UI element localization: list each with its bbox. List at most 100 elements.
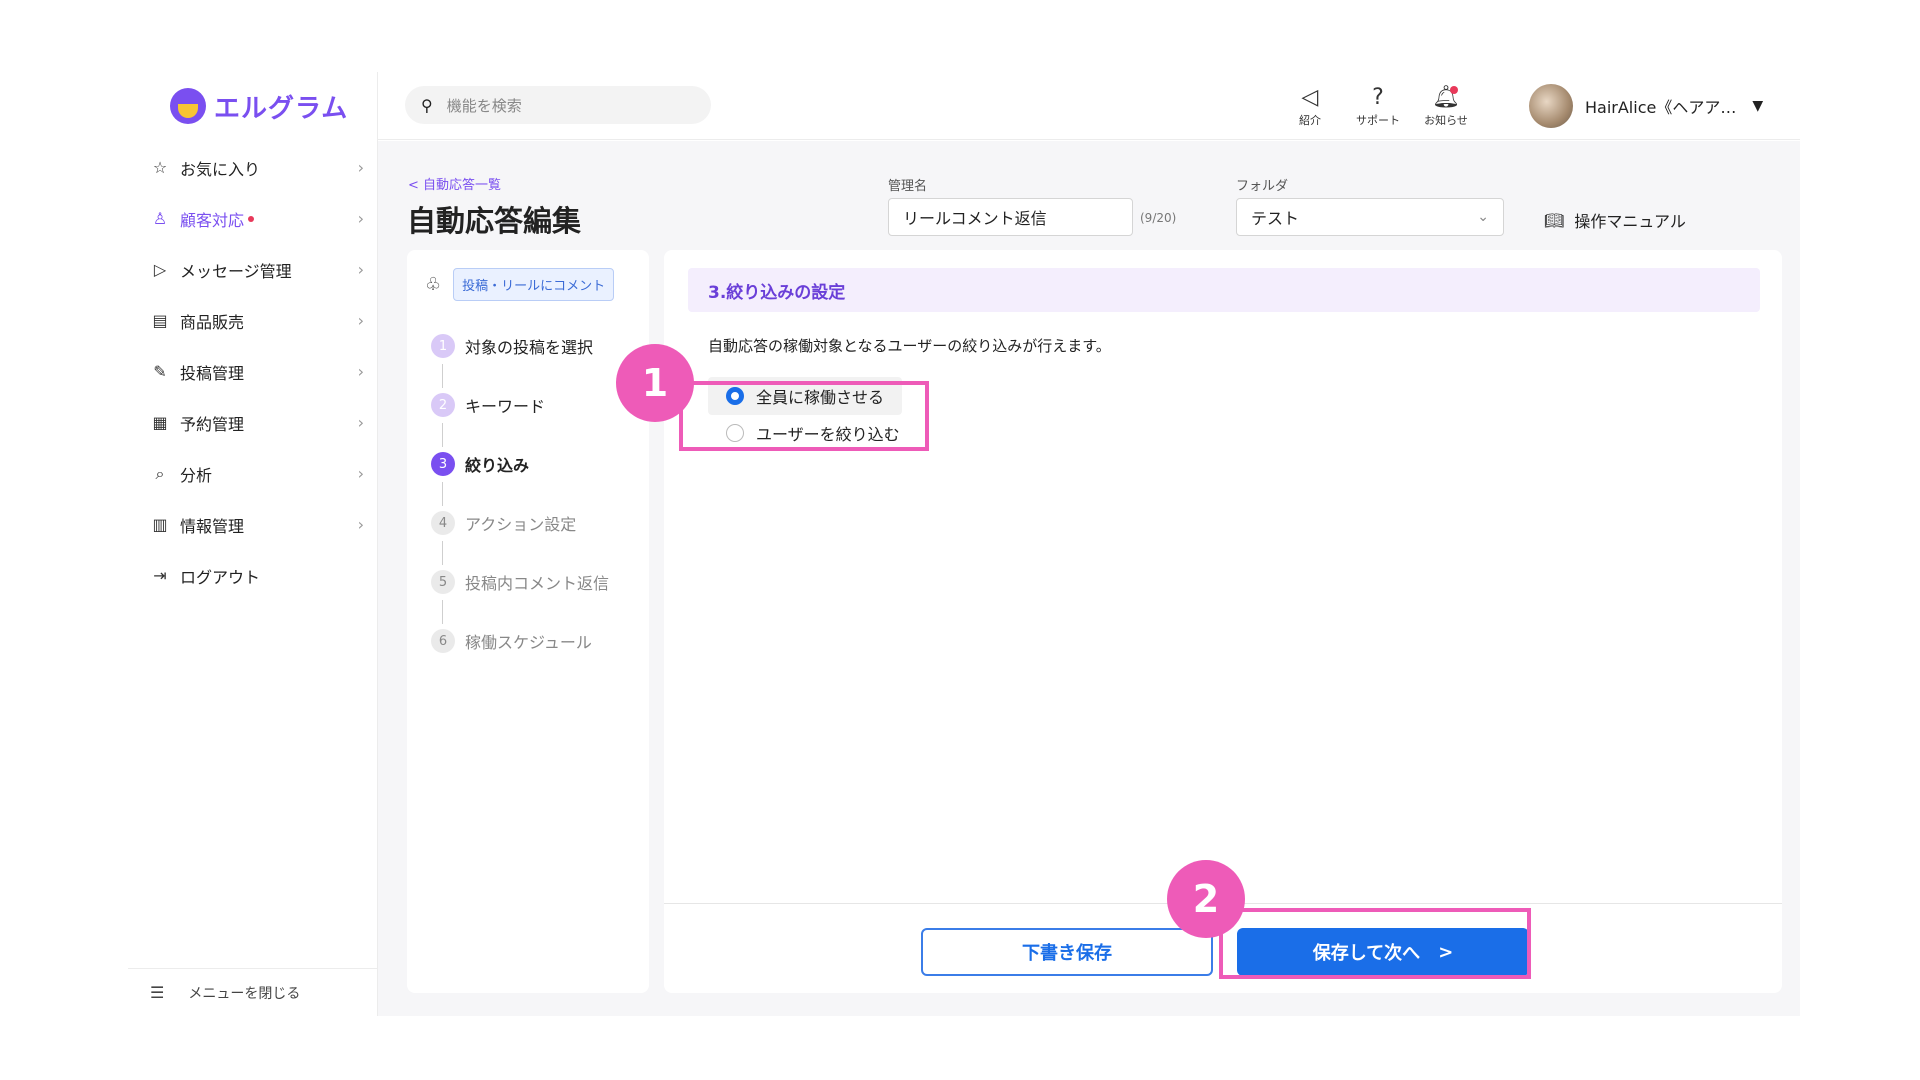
sidebar-item-label: 予約管理 xyxy=(180,414,245,434)
chevron-right-icon: › xyxy=(357,158,364,177)
search-input[interactable]: ⚲ 機能を検索 xyxy=(405,86,711,124)
support-button[interactable]: ? サポート xyxy=(1348,84,1408,128)
step-2[interactable]: 2 キーワード xyxy=(431,393,545,417)
notifications-label: お知らせ xyxy=(1424,114,1468,127)
step-number: 5 xyxy=(431,570,455,594)
collapse-menu-label: メニューを閉じる xyxy=(188,985,301,1002)
chevron-right-icon: › xyxy=(357,311,364,330)
name-field-label: 管理名 xyxy=(888,179,928,194)
chevron-right-icon: › xyxy=(357,515,364,534)
top-header: ⚲ 機能を検索 ◁ 紹介 ? サポート 🔔︎ お知らせ HairAlice《ヘア… xyxy=(378,72,1800,140)
folder-selected-value: テスト xyxy=(1251,209,1300,228)
name-char-counter: (9/20) xyxy=(1140,211,1177,225)
management-name-field[interactable]: リールコメント返信 xyxy=(888,198,1133,236)
steps-panel: ♧ 投稿・リールにコメント 1 対象の投稿を選択 2 キーワード 3 絞り込み … xyxy=(407,250,649,993)
search-placeholder: 機能を検索 xyxy=(446,96,522,115)
help-circle-icon: ? xyxy=(1372,85,1384,110)
step-5[interactable]: 5 投稿内コメント返信 xyxy=(431,570,609,594)
sidebar-item-info[interactable]: ▥ 情報管理 › xyxy=(128,499,378,550)
book-icon: 📖︎ xyxy=(1544,210,1565,230)
page-title: 自動応答編集 xyxy=(407,204,582,238)
logo[interactable]: エルグラム xyxy=(170,84,348,128)
referral-button[interactable]: ◁ 紹介 xyxy=(1280,84,1340,128)
notification-dot xyxy=(248,215,255,222)
breadcrumb-back-link[interactable]: < 自動応答一覧 xyxy=(408,174,501,193)
step-number: 2 xyxy=(431,393,455,417)
chevron-right-icon: › xyxy=(357,260,364,279)
star-icon: ☆ xyxy=(152,158,168,177)
step-6[interactable]: 6 稼働スケジュール xyxy=(431,629,592,653)
step-label: 絞り込み xyxy=(465,456,530,475)
logout-icon: ⇥ xyxy=(153,566,167,585)
step-badge-2: 2 xyxy=(1167,860,1245,938)
chevron-right-icon: › xyxy=(357,362,364,381)
main-content: < 自動応答一覧 自動応答編集 管理名 リールコメント返信 (9/20) フォル… xyxy=(378,141,1800,1016)
sidebar-item-label: ログアウト xyxy=(180,567,261,587)
step-1[interactable]: 1 対象の投稿を選択 xyxy=(431,334,593,358)
sidebar-item-label: メッセージ管理 xyxy=(180,261,292,281)
step-connector xyxy=(442,541,443,565)
user-name: HairAlice《ヘアア… xyxy=(1585,98,1737,117)
step-number: 6 xyxy=(431,629,455,653)
chevron-down-icon: ⌄ xyxy=(1477,209,1489,225)
sidebar-item-reservations[interactable]: ▦ 予約管理 › xyxy=(128,397,378,448)
edit-icon: ✎ xyxy=(153,362,167,381)
highlight-box-2 xyxy=(1219,908,1531,979)
chevron-right-icon: › xyxy=(357,413,364,432)
section-title: 3.絞り込みの設定 xyxy=(688,268,1760,312)
step-connector xyxy=(442,600,443,624)
step-4[interactable]: 4 アクション設定 xyxy=(431,511,576,535)
save-draft-button[interactable]: 下書き保存 xyxy=(921,928,1213,976)
chevron-right-icon: › xyxy=(357,464,364,483)
sidebar-item-messages[interactable]: ▷ メッセージ管理 › xyxy=(128,244,378,295)
sidebar-item-label: 顧客対応 xyxy=(180,210,245,230)
sidebar-nav: ☆ お気に入り › ♙ 顧客対応 › ▷ メッセージ管理 › ▤ 商品販売 › xyxy=(128,142,378,601)
step-label: アクション設定 xyxy=(465,515,577,534)
sidebar-item-label: 商品販売 xyxy=(180,312,245,332)
logo-text: エルグラム xyxy=(214,93,349,124)
sidebar-item-label: 投稿管理 xyxy=(180,363,245,383)
chart-icon: ▥ xyxy=(152,515,168,534)
step-3[interactable]: 3 絞り込み xyxy=(431,452,529,476)
sidebar-item-logout[interactable]: ⇥ ログアウト xyxy=(128,550,378,601)
notifications-button[interactable]: 🔔︎ お知らせ xyxy=(1416,84,1476,128)
step-number: 4 xyxy=(431,511,455,535)
folder-field-label: フォルダ xyxy=(1236,179,1289,194)
megaphone-icon: ◁ xyxy=(1301,85,1319,110)
sidebar-item-sales[interactable]: ▤ 商品販売 › xyxy=(128,295,378,346)
account-menu[interactable]: HairAlice《ヘアア… ▼ xyxy=(1529,84,1763,128)
sidebar-item-favorites[interactable]: ☆ お気に入り › xyxy=(128,142,378,193)
analysis-icon: ⌕ xyxy=(155,463,165,483)
step-number: 3 xyxy=(431,452,455,476)
step-connector xyxy=(442,482,443,506)
manual-label: 操作マニュアル xyxy=(1574,212,1686,231)
referral-label: 紹介 xyxy=(1299,114,1321,127)
calendar-icon: ▦ xyxy=(152,413,168,432)
sidebar-item-label: 情報管理 xyxy=(180,516,245,536)
step-number: 1 xyxy=(431,334,455,358)
sidebar-item-customer[interactable]: ♙ 顧客対応 › xyxy=(128,193,378,244)
sidebar-item-analysis[interactable]: ⌕ 分析 › xyxy=(128,448,378,499)
rocket-icon: ♧ xyxy=(425,274,442,295)
section-description: 自動応答の稼働対象となるユーザーの絞り込みが行えます。 xyxy=(708,337,1111,355)
notification-dot xyxy=(1450,86,1458,94)
folder-select[interactable]: テスト ⌄ xyxy=(1236,198,1504,236)
step-connector xyxy=(442,364,443,388)
trigger-info: ♧ 投稿・リールにコメント xyxy=(425,268,615,301)
collapse-menu-button[interactable]: ☰ メニューを閉じる xyxy=(128,968,378,1016)
send-icon: ▷ xyxy=(153,260,167,279)
person-icon: ♙ xyxy=(152,209,168,228)
step-label: 対象の投稿を選択 xyxy=(465,338,594,357)
chevron-right-icon: › xyxy=(357,209,364,228)
caret-down-icon: ▼ xyxy=(1752,98,1764,114)
menu-collapse-icon: ☰ xyxy=(150,983,165,1002)
sidebar-item-label: 分析 xyxy=(180,465,213,485)
avatar xyxy=(1529,84,1573,128)
step-label: 稼働スケジュール xyxy=(465,633,592,652)
sidebar-item-posts[interactable]: ✎ 投稿管理 › xyxy=(128,346,378,397)
store-icon: ▤ xyxy=(152,311,168,330)
manual-link[interactable]: 📖︎ 操作マニュアル xyxy=(1544,208,1686,232)
sidebar: エルグラム ☆ お気に入り › ♙ 顧客対応 › ▷ メッセージ管理 › ▤ 商… xyxy=(128,72,378,1016)
step-badge-1: 1 xyxy=(616,344,694,422)
support-label: サポート xyxy=(1356,114,1400,127)
